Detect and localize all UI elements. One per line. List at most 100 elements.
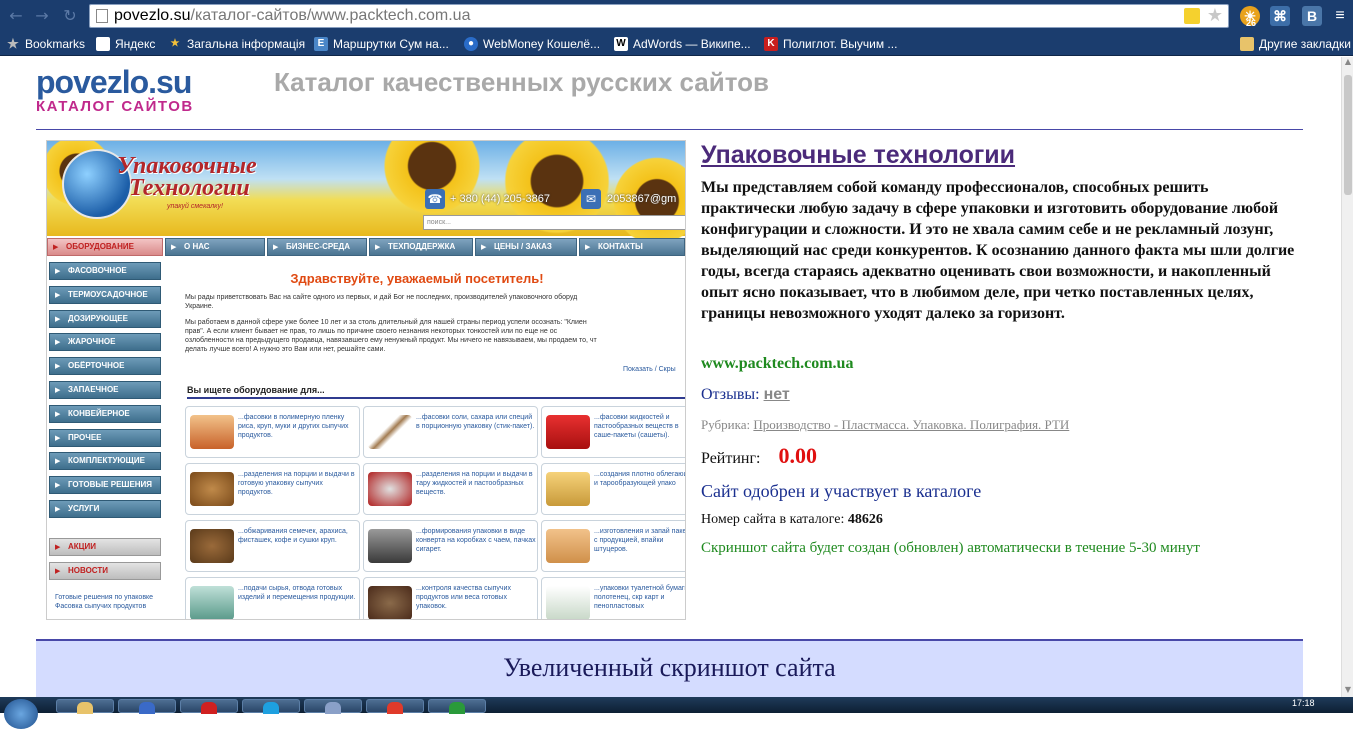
address-bar[interactable]: povezlo.su/каталог-сайтов/www.packtech.c… — [89, 4, 1229, 28]
address-path: /каталог-сайтов/www.packtech.com.ua — [190, 7, 471, 24]
back-arrow-icon[interactable]: ← — [6, 6, 26, 26]
reviews-link[interactable]: нет — [764, 386, 790, 403]
reviews-label: Отзывы: — [701, 386, 760, 403]
taskbar-item-explorer[interactable] — [56, 699, 114, 714]
bookmark-label: Маршрутки Сум на... — [333, 37, 449, 51]
taskbar-item-chrome[interactable] — [366, 699, 424, 714]
site-url-link[interactable]: www.packtech.com.ua — [701, 355, 853, 373]
scroll-thumb[interactable] — [1344, 75, 1352, 195]
auto-screenshot-note: Скриншот сайта будет создан (обновлен) а… — [701, 540, 1200, 556]
catalog-number-label: Номер сайта в каталоге: — [701, 512, 845, 527]
webmoney-icon: ● — [464, 37, 478, 51]
skype-icon — [263, 702, 279, 714]
screenshot-side-item: ФАСОВОЧНОЕ — [49, 262, 161, 280]
screenshot-greeting: Здравствуйте, уважаемый посетитель! — [290, 271, 544, 286]
bookmark-other[interactable]: Другие закладки — [1240, 36, 1351, 52]
taskbar-item-mail[interactable] — [304, 699, 362, 714]
screenshot-show-hide-link: Показать / Скры — [623, 366, 676, 373]
screenshot-side-item: ГОТОВЫЕ РЕШЕНИЯ — [49, 476, 161, 495]
reload-icon[interactable]: ↻ — [60, 6, 80, 26]
taskbar-item-excel[interactable] — [428, 699, 486, 714]
site-description: Мы представляем собой команду профессион… — [701, 179, 1295, 322]
bookmark-yandex[interactable]: Яндекс — [96, 36, 155, 52]
taskbar-item-app[interactable] — [118, 699, 176, 714]
bookmark-label: Полиглот. Выучим ... — [783, 37, 898, 51]
screenshot-side-item: ПРОЧЕЕ — [49, 428, 161, 447]
site-screenshot[interactable]: Упаковочные Технологии упакуй смекалку! … — [46, 140, 686, 620]
clock: 17:18 — [1292, 698, 1315, 708]
screenshot-banner: Упаковочные Технологии упакуй смекалку! … — [47, 141, 685, 251]
screenshot-top-nav: ОБОРУДОВАНИЕ О НАС БИЗНЕС-СРЕДА ТЕХПОДДЕ… — [47, 238, 685, 258]
screenshot-side-item: ТЕРМОУСАДОЧНОЕ — [49, 285, 161, 304]
chrome-icon — [387, 702, 403, 714]
site-headline: Каталог качественных русских сайтов — [274, 67, 770, 97]
settings-wrench-icon[interactable]: ≡ — [1330, 6, 1350, 26]
app-icon — [139, 702, 155, 714]
product-image — [546, 529, 590, 563]
screenshot-side-item: НОВОСТИ — [49, 561, 161, 580]
screenshot-search: поиск... — [423, 215, 685, 230]
product-image — [190, 586, 234, 619]
bookmark-webmoney[interactable]: ● WebMoney Кошелё... — [464, 36, 600, 52]
opera-icon — [201, 702, 217, 714]
enlarged-screenshot-button[interactable]: Увеличенный скриншот сайта — [36, 639, 1303, 697]
screenshot-nav-item: ОБОРУДОВАНИЕ — [47, 238, 163, 256]
screenshot-nav-item: О НАС — [165, 238, 265, 256]
bookmark-label: Bookmarks — [25, 37, 86, 51]
bookmark-label: Яндекс — [115, 37, 156, 51]
bookmark-adwords[interactable]: W AdWords — Википе... — [614, 36, 751, 52]
excel-icon — [449, 702, 465, 714]
bookmark-label: Другие закладки — [1259, 37, 1351, 51]
site-title-link[interactable]: Упаковочные технологии — [701, 141, 1015, 170]
product-image — [190, 472, 234, 506]
k-icon: K — [764, 37, 778, 51]
rating: Рейтинг: 0.00 — [701, 443, 817, 469]
site-logo[interactable]: povezlo.su КАТАЛОГ САЙТОВ — [36, 65, 206, 115]
screenshot-brand: Упаковочные Технологии — [117, 153, 257, 201]
screenshot-grid-cell: ...формирования упаковки в виде конверта… — [363, 520, 538, 572]
screenshot-nav-item: ЦЕНЫ / ЗАКАЗ — [475, 238, 577, 256]
page-content: povezlo.su КАТАЛОГ САЙТОВ Каталог качест… — [0, 57, 1341, 697]
vk-extension-icon[interactable]: ⌘ — [1270, 6, 1290, 26]
screenshot-nav-item: БИЗНЕС-СРЕДА — [267, 238, 367, 256]
taskbar-item-opera[interactable] — [180, 699, 238, 714]
sticky-note-icon[interactable] — [1184, 8, 1200, 24]
product-image — [368, 586, 412, 619]
vkontakte-icon[interactable]: B — [1302, 6, 1322, 26]
bookmark-general-info[interactable]: ★ Загальна інформація — [168, 36, 306, 52]
bookmark-label: WebMoney Кошелё... — [483, 37, 601, 51]
logo-subtitle: КАТАЛОГ САЙТОВ — [36, 98, 194, 115]
bookmark-bookmarks[interactable]: ★ Bookmarks — [6, 36, 85, 52]
screenshot-grid-cell: ...разделения на порции и выдачи в готов… — [185, 463, 360, 515]
bookmark-marshrutki[interactable]: E Маршрутки Сум на... — [314, 36, 449, 52]
screenshot-grid-cell: ...изготовления и запай пакетов с продук… — [541, 520, 685, 572]
mail-icon — [325, 702, 341, 714]
start-button-icon[interactable] — [4, 699, 38, 729]
scroll-down-icon[interactable]: ▼ — [1342, 685, 1353, 697]
catalog-number-value: 48626 — [847, 512, 883, 527]
screenshot-looking-heading: Вы ищете оборудование для... — [187, 385, 685, 399]
screenshot-grid-cell: ...разделения на порции и выдачи в тару … — [363, 463, 538, 515]
e-icon: E — [314, 37, 328, 51]
browser-toolbar: ← → ↻ povezlo.su/каталог-сайтов/www.pack… — [0, 0, 1353, 32]
bookmark-poliglot[interactable]: K Полиглот. Выучим ... — [764, 36, 897, 52]
taskbar-item-skype[interactable] — [242, 699, 300, 714]
bookmark-label: AdWords — Википе... — [633, 37, 751, 51]
page-scrollbar[interactable]: ▲ ▼ — [1341, 57, 1353, 697]
product-image — [190, 415, 234, 449]
rating-label: Рейтинг: — [701, 450, 761, 467]
scroll-up-icon[interactable]: ▲ — [1342, 57, 1353, 69]
screenshot-side-nav: ФАСОВОЧНОЕ ТЕРМОУСАДОЧНОЕ ДОЗИРУЮЩЕЕ ЖАР… — [49, 262, 163, 586]
page-icon — [96, 9, 108, 23]
forward-arrow-icon[interactable]: → — [32, 6, 52, 26]
screenshot-grid-cell: ...фасовки жидкостей и пастообразных вещ… — [541, 406, 685, 458]
screenshot-grid-cell: ...контроля качества сыпучих продуктов и… — [363, 577, 538, 619]
os-taskbar: 17:18 — [0, 697, 1353, 729]
bookmark-star-icon[interactable]: ★ — [1207, 5, 1223, 27]
product-image — [546, 472, 590, 506]
screenshot-side-item: АКЦИИ — [49, 537, 161, 556]
rubric-link[interactable]: Производство - Пластмасса. Упаковка. Пол… — [753, 417, 1069, 432]
wikipedia-icon: W — [614, 37, 628, 51]
screenshot-tagline: упакуй смекалку! — [167, 203, 223, 210]
screenshot-grid-cell: ...подачи сырья, отвода готовых изделий … — [185, 577, 360, 619]
